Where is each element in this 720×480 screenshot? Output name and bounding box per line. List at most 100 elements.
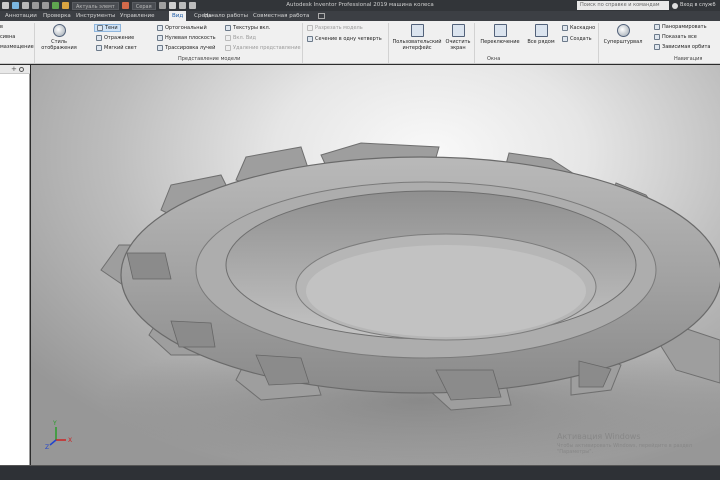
ground-plane-icon: [157, 35, 163, 41]
axis-y-label: Y: [52, 420, 57, 427]
arrange-all-button[interactable]: Все рядом: [525, 24, 557, 45]
ray-tracing-button[interactable]: Трассировка лучей: [157, 44, 215, 52]
windows-activation-watermark: Активация Windows: [557, 432, 641, 441]
zoom-icon: [654, 34, 660, 40]
lighting-icon: [96, 45, 102, 51]
gear-part-model: Y X Z: [45, 142, 720, 465]
tab-tools[interactable]: Инструменты: [73, 11, 118, 21]
visual-style-label: Стиль отображения: [41, 39, 77, 51]
tab-annotate[interactable]: Аннотации: [2, 11, 40, 21]
switch-window-label: Переключение: [480, 39, 520, 45]
graphics-viewport[interactable]: Y X Z Активация Windows Чтобы активирова…: [31, 65, 720, 465]
hide-view-label: Вкл. Вид: [233, 35, 256, 41]
transparency-button[interactable]: Удаление представление: [225, 44, 301, 52]
half-section-label: Разрезать модель: [315, 25, 363, 31]
visual-style-icon: [52, 24, 66, 37]
help-search-input[interactable]: Поиск по справке и командам: [577, 1, 669, 10]
section-icon: [307, 25, 313, 31]
orbit-button[interactable]: Зависимая орбита: [654, 43, 710, 51]
zoom-all-label: Показать все: [662, 34, 697, 40]
textures-icon: [225, 25, 231, 31]
new-window-button[interactable]: Создать: [562, 35, 592, 43]
clean-screen-button[interactable]: Очистить экран: [444, 24, 472, 51]
user-interface-button[interactable]: Пользовательский интерфейс: [392, 24, 442, 51]
reflection-label: Отражение: [104, 35, 135, 41]
steering-wheels-button[interactable]: Суперштурвал: [601, 24, 645, 45]
ray-tracing-icon: [157, 45, 163, 51]
shadows-button[interactable]: Тени: [94, 24, 121, 32]
ground-plane-button[interactable]: Нулевая плоскость: [157, 34, 216, 42]
textures-label: Текстуры вкл.: [233, 25, 271, 31]
tab-manage[interactable]: Управление: [117, 11, 158, 21]
steering-wheels-label: Суперштурвал: [603, 39, 643, 45]
reflection-icon: [96, 35, 102, 41]
sign-in-button[interactable]: Вход в служб: [672, 0, 716, 11]
switch-window-button[interactable]: Переключение: [477, 24, 523, 45]
cascade-button[interactable]: Каскадно: [562, 24, 595, 32]
hide-view-icon: [225, 35, 231, 41]
tab-inspect[interactable]: Проверка: [40, 11, 74, 21]
steering-wheel-icon: [616, 24, 630, 37]
orbit-icon: [654, 44, 660, 50]
reflection-button[interactable]: Отражение: [96, 34, 134, 42]
gear-bore-floor: [306, 245, 586, 337]
search-icon[interactable]: [19, 67, 24, 72]
new-window-label: Создать: [570, 36, 592, 42]
quarter-section-button[interactable]: Сечение в одну четверть: [307, 35, 382, 43]
ground-plane-label: Нулевая плоскость: [165, 35, 216, 41]
user-icon: [672, 2, 678, 9]
axis-z-label: Z: [45, 444, 49, 451]
orthographic-label: Ортогональный: [165, 25, 207, 31]
model-browser[interactable]: +: [0, 65, 30, 465]
axis-x-label: X: [68, 437, 72, 444]
ribbon: в сивна мазмещение Стиль отображения Тен…: [0, 21, 720, 64]
soft-light-button[interactable]: Мягкий свет: [96, 44, 137, 52]
quarter-section-icon: [307, 36, 313, 42]
separator: [474, 23, 475, 63]
tab-view[interactable]: Вид: [169, 11, 187, 21]
ribbon-tabs: Аннотации Проверка Инструменты Управлени…: [0, 11, 720, 21]
camera-icon: [157, 25, 163, 31]
user-interface-label: Пользовательский интерфейс: [392, 39, 442, 51]
shadows-icon: [97, 25, 103, 31]
browser-header: +: [0, 65, 30, 74]
clean-screen-icon: [451, 24, 465, 37]
tab-get-started-label[interactable]: Начало работы: [201, 11, 251, 21]
transparency-icon: [225, 45, 231, 51]
zoom-all-button[interactable]: Показать все: [654, 33, 697, 41]
cascade-label: Каскадно: [570, 25, 596, 31]
status-bar: [0, 465, 720, 480]
half-section-button[interactable]: Разрезать модель: [307, 24, 363, 32]
pan-button[interactable]: Панорамировать: [654, 23, 707, 31]
ribbon-col0-item1[interactable]: в: [0, 23, 3, 31]
separator: [598, 23, 599, 63]
sign-in-label: Вход в служб: [680, 2, 716, 8]
ribbon-col0-item3[interactable]: мазмещение: [0, 43, 34, 51]
pan-icon: [654, 24, 660, 30]
orthographic-button[interactable]: Ортогональный: [157, 24, 207, 32]
windows-activation-note: Чтобы активировать Windows, перейдите в …: [557, 443, 692, 455]
tab-extra-icon[interactable]: [318, 13, 325, 19]
appearance-panel-title[interactable]: Представление модели: [178, 56, 240, 62]
separator: [302, 23, 303, 63]
title-bar: Актуаль элемт Серая Autodesk Inventor Pr…: [0, 0, 720, 11]
separator: [34, 23, 35, 63]
add-icon[interactable]: +: [11, 65, 17, 74]
hide-view-button[interactable]: Вкл. Вид: [225, 34, 256, 42]
shadows-label: Тени: [105, 25, 118, 31]
orbit-label: Зависимая орбита: [662, 44, 711, 50]
arrange-all-label: Все рядом: [527, 39, 555, 45]
soft-light-label: Мягкий свет: [104, 45, 137, 51]
quarter-section-label: Сечение в одну четверть: [315, 36, 382, 42]
visual-style-button[interactable]: Стиль отображения: [40, 24, 78, 51]
ribbon-col0-item2[interactable]: сивна: [0, 33, 15, 41]
windows-panel-title: Окна: [487, 56, 501, 62]
new-window-icon: [562, 36, 568, 42]
pan-label: Панорамировать: [662, 24, 707, 30]
clean-screen-label: Очистить экран: [445, 39, 471, 51]
user-interface-icon: [410, 24, 424, 37]
tab-collaborate[interactable]: Совместная работа: [250, 11, 312, 21]
arrange-all-icon: [534, 24, 548, 37]
textures-button[interactable]: Текстуры вкл.: [225, 24, 270, 32]
cascade-icon: [562, 25, 568, 31]
